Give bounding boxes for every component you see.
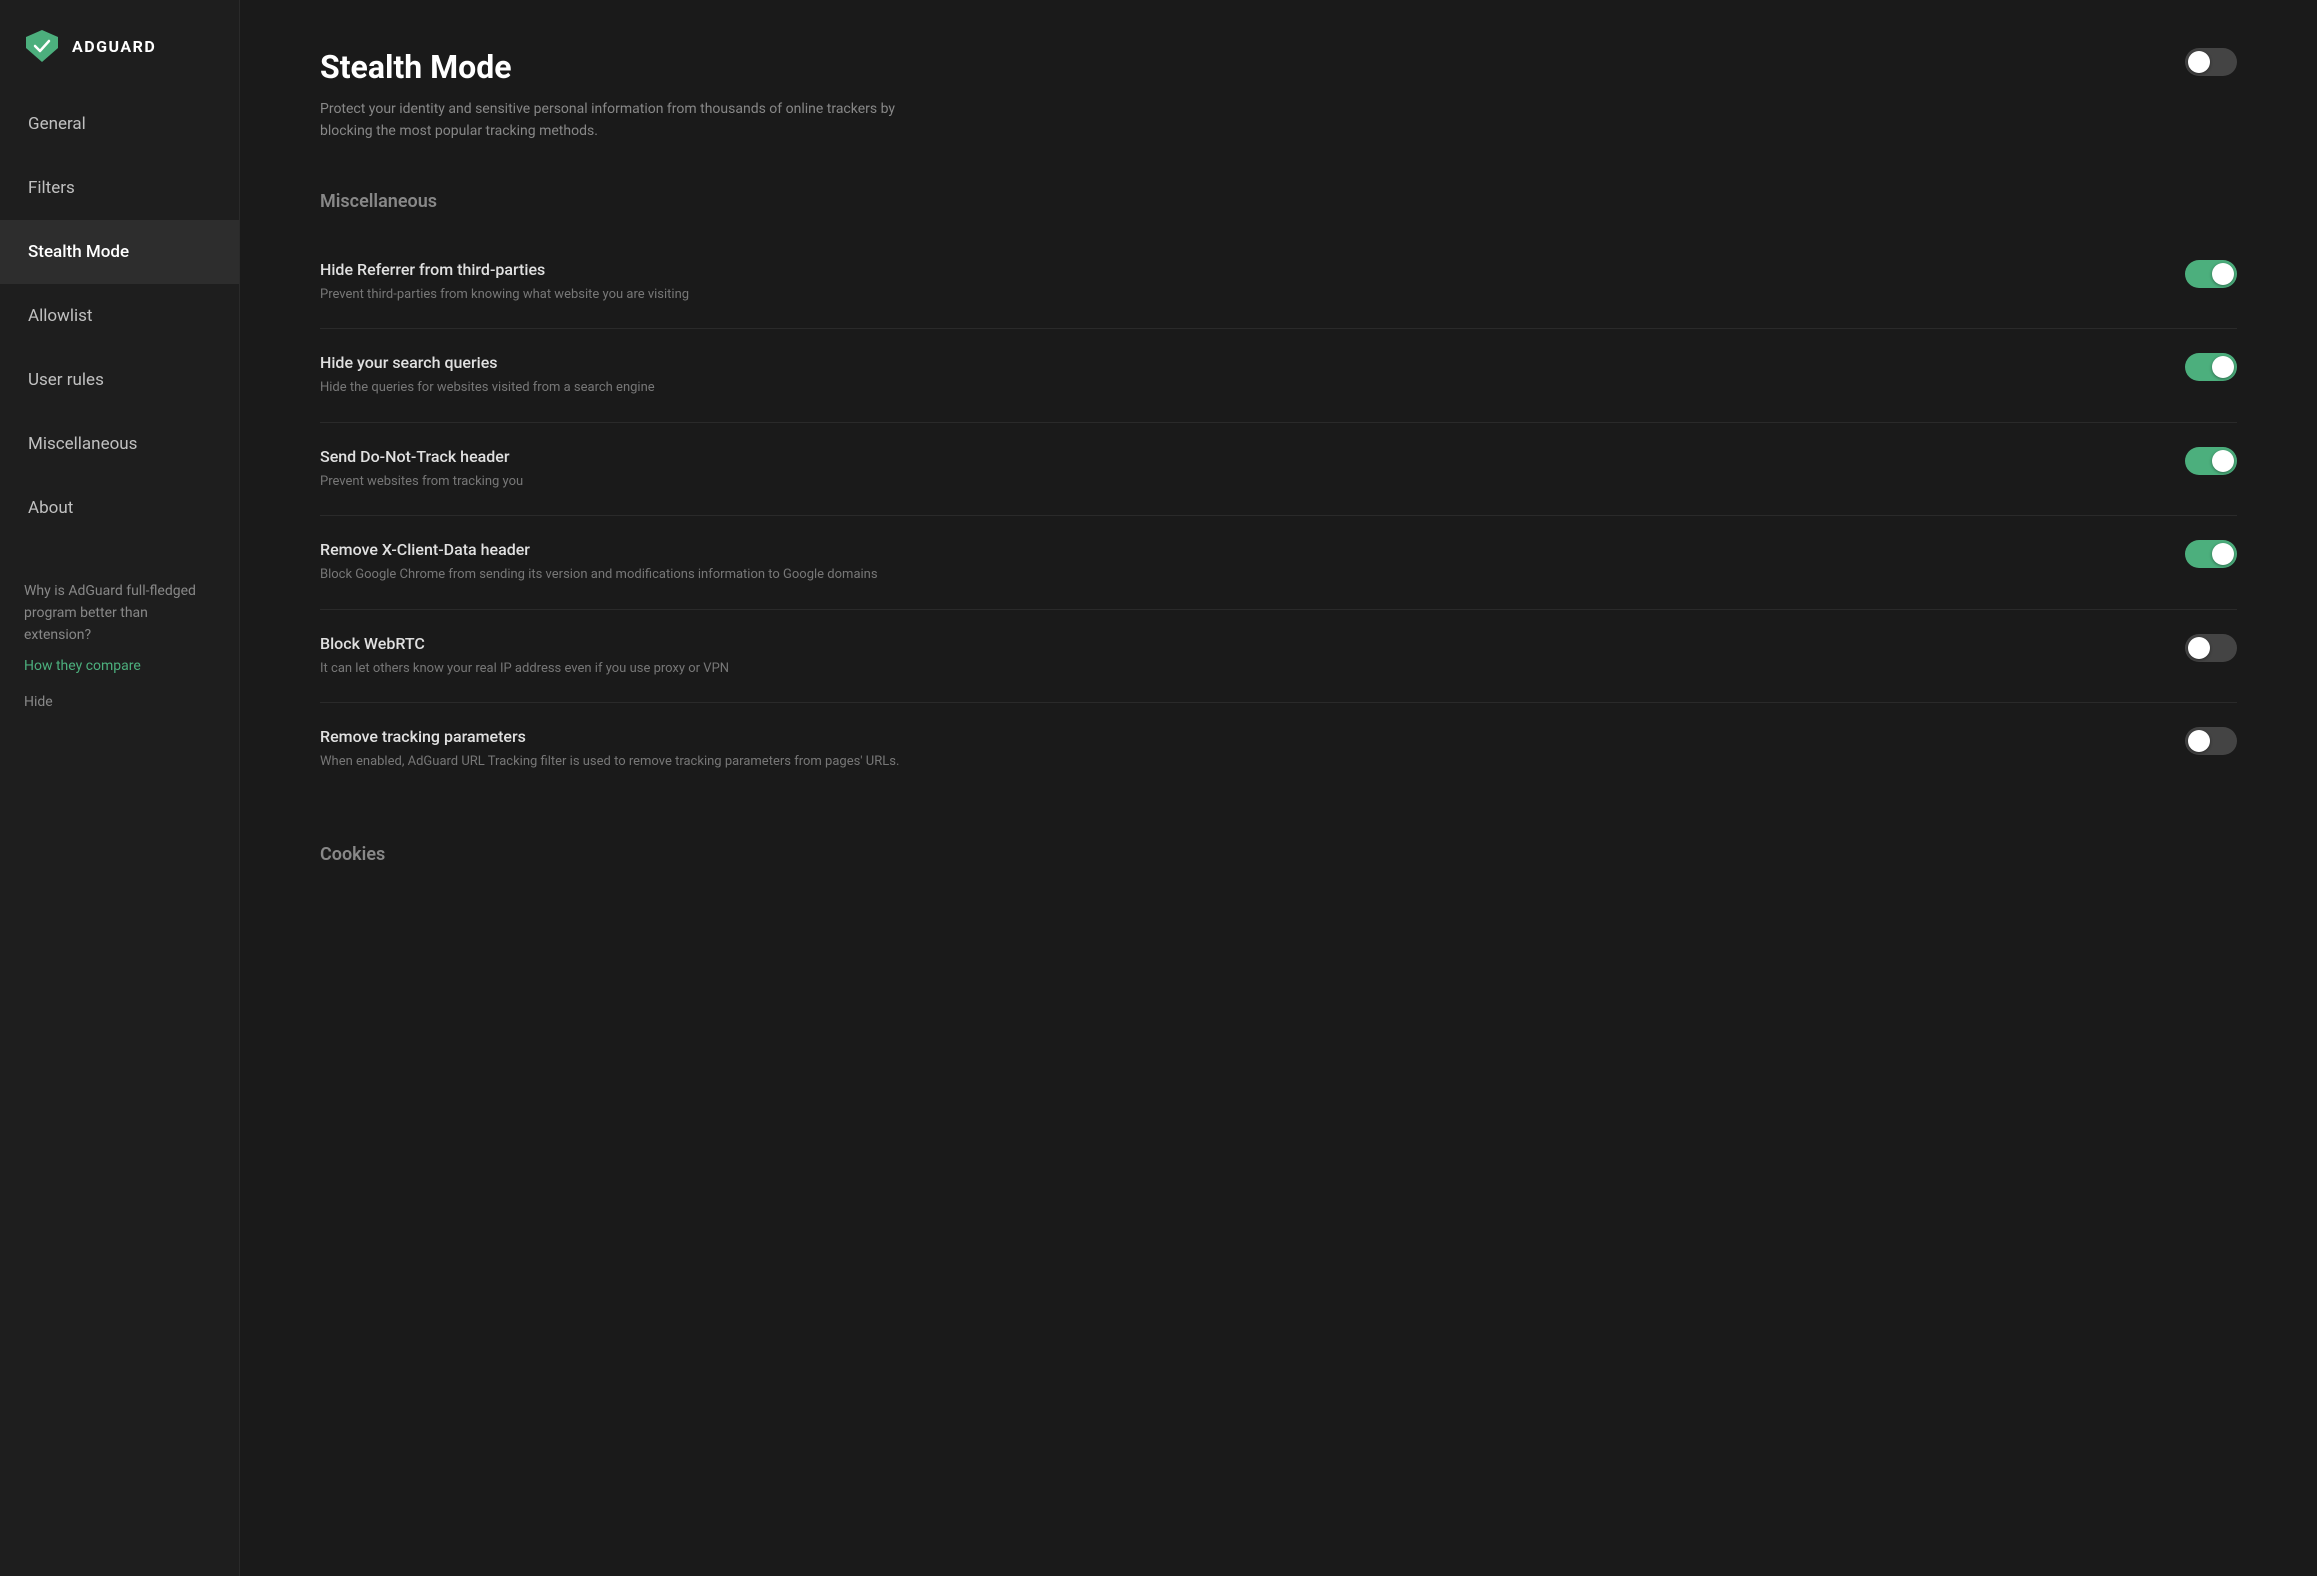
page-title: Stealth Mode [320, 48, 2185, 86]
toggle-remove-tracking-params[interactable] [2185, 727, 2237, 755]
sidebar-item-allowlist[interactable]: Allowlist [0, 284, 239, 348]
setting-description-remove-x-client-data: Block Google Chrome from sending its ver… [320, 565, 2145, 585]
toggle-block-webrtc[interactable] [2185, 634, 2237, 662]
promo-text: Why is AdGuard full-fledged program bett… [24, 583, 196, 643]
toggle-thumb-hide-referrer [2212, 263, 2234, 285]
nav-container: GeneralFiltersStealth ModeAllowlistUser … [0, 92, 239, 540]
toggle-hide-referrer[interactable] [2185, 260, 2237, 288]
setting-title-block-webrtc: Block WebRTC [320, 634, 2145, 653]
section-heading-cookies: Cookies [320, 844, 2237, 865]
toggle-remove-x-client-data[interactable] [2185, 540, 2237, 568]
master-toggle-thumb [2188, 51, 2210, 73]
toggle-thumb-send-dnt-header [2212, 450, 2234, 472]
setting-title-hide-referrer: Hide Referrer from third-parties [320, 260, 2145, 279]
setting-description-remove-tracking-params: When enabled, AdGuard URL Tracking filte… [320, 752, 2145, 772]
setting-row-hide-search-queries: Hide your search queries Hide the queries… [320, 329, 2237, 423]
sidebar-item-general[interactable]: General [0, 92, 239, 156]
sections-container: Miscellaneous Hide Referrer from third-pa… [320, 191, 2237, 865]
sidebar-item-user-rules[interactable]: User rules [0, 348, 239, 412]
setting-description-send-dnt-header: Prevent websites from tracking you [320, 472, 2145, 492]
logo-text: ADGUARD [72, 37, 156, 56]
setting-row-block-webrtc: Block WebRTC It can let others know your … [320, 610, 2237, 704]
sidebar-item-miscellaneous[interactable]: Miscellaneous [0, 412, 239, 476]
setting-row-remove-x-client-data: Remove X-Client-Data header Block Google … [320, 516, 2237, 610]
setting-row-hide-referrer: Hide Referrer from third-parties Prevent … [320, 236, 2237, 330]
setting-title-remove-x-client-data: Remove X-Client-Data header [320, 540, 2145, 559]
toggle-send-dnt-header[interactable] [2185, 447, 2237, 475]
setting-row-send-dnt-header: Send Do-Not-Track header Prevent websites… [320, 423, 2237, 517]
section-heading-miscellaneous: Miscellaneous [320, 191, 2237, 212]
section-cookies: Cookies [320, 844, 2237, 865]
sidebar-promo: Why is AdGuard full-fledged program bett… [0, 552, 239, 682]
logo-area: ADGUARD [0, 0, 239, 92]
page-header: Stealth Mode Protect your identity and s… [320, 48, 2237, 143]
sidebar: ADGUARD GeneralFiltersStealth ModeAllowl… [0, 0, 240, 1576]
setting-info-block-webrtc: Block WebRTC It can let others know your … [320, 634, 2145, 679]
how-they-compare-link[interactable]: How they compare [24, 658, 215, 674]
setting-row-remove-tracking-params: Remove tracking parameters When enabled, … [320, 703, 2237, 796]
sidebar-item-filters[interactable]: Filters [0, 156, 239, 220]
setting-info-remove-tracking-params: Remove tracking parameters When enabled, … [320, 727, 2145, 772]
master-toggle[interactable] [2185, 48, 2237, 76]
setting-title-hide-search-queries: Hide your search queries [320, 353, 2145, 372]
main-content: Stealth Mode Protect your identity and s… [240, 0, 2317, 1576]
setting-info-hide-referrer: Hide Referrer from third-parties Prevent … [320, 260, 2145, 305]
setting-title-send-dnt-header: Send Do-Not-Track header [320, 447, 2145, 466]
setting-title-remove-tracking-params: Remove tracking parameters [320, 727, 2145, 746]
section-miscellaneous: Miscellaneous Hide Referrer from third-pa… [320, 191, 2237, 796]
sidebar-item-about[interactable]: About [0, 476, 239, 540]
toggle-thumb-block-webrtc [2188, 637, 2210, 659]
setting-info-send-dnt-header: Send Do-Not-Track header Prevent websites… [320, 447, 2145, 492]
toggle-hide-search-queries[interactable] [2185, 353, 2237, 381]
setting-info-hide-search-queries: Hide your search queries Hide the queries… [320, 353, 2145, 398]
setting-description-block-webrtc: It can let others know your real IP addr… [320, 659, 2145, 679]
setting-description-hide-referrer: Prevent third-parties from knowing what … [320, 285, 2145, 305]
setting-description-hide-search-queries: Hide the queries for websites visited fr… [320, 378, 2145, 398]
hide-link[interactable]: Hide [0, 682, 239, 738]
adguard-logo-icon [24, 28, 60, 64]
page-description: Protect your identity and sensitive pers… [320, 98, 920, 143]
sidebar-item-stealth-mode[interactable]: Stealth Mode [0, 220, 239, 284]
page-title-area: Stealth Mode Protect your identity and s… [320, 48, 2185, 143]
setting-info-remove-x-client-data: Remove X-Client-Data header Block Google … [320, 540, 2145, 585]
